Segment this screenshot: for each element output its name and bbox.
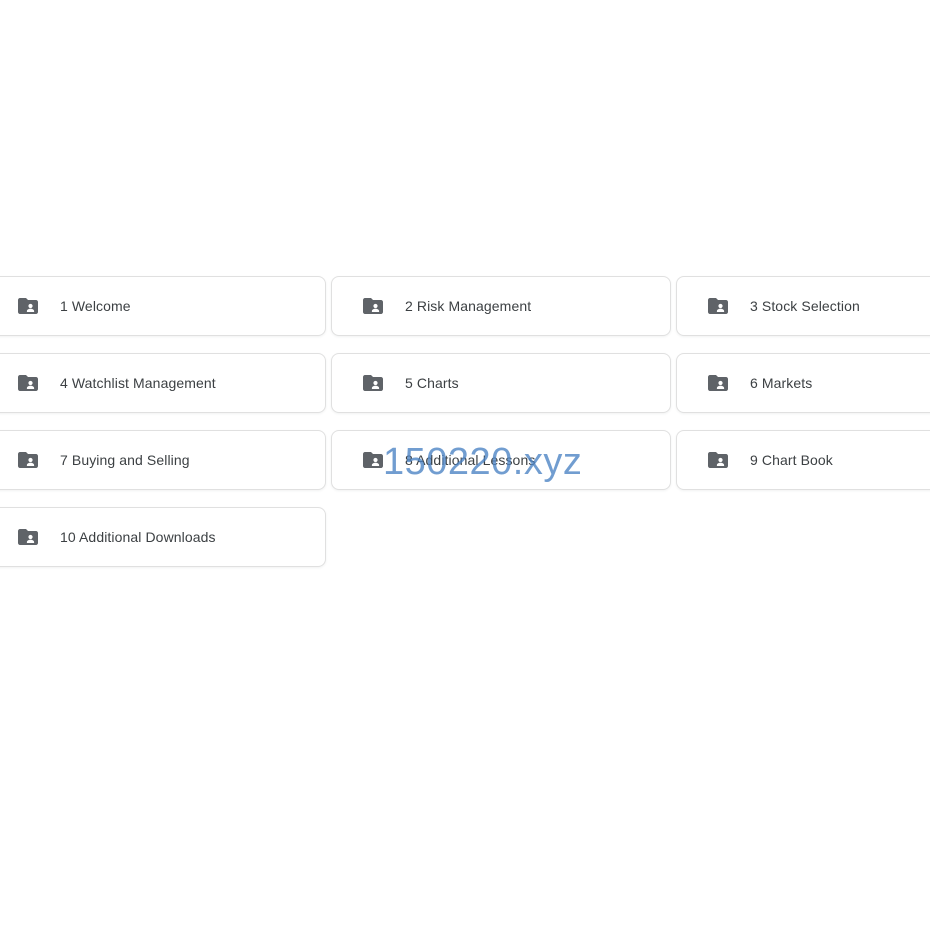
folder-card-1-welcome[interactable]: 1 Welcome [0,276,326,336]
shared-folder-icon [708,298,728,314]
folder-card-5-charts[interactable]: 5 Charts [331,353,671,413]
folder-grid: 1 Welcome 2 Risk Management 3 Stock Sele… [0,276,930,567]
folder-card-9-chart-book[interactable]: 9 Chart Book [676,430,930,490]
folder-label: 3 Stock Selection [750,298,860,314]
folder-card-3-stock-selection[interactable]: 3 Stock Selection [676,276,930,336]
shared-folder-icon [18,452,38,468]
folder-label: 5 Charts [405,375,459,391]
shared-folder-icon [708,375,728,391]
folder-card-2-risk-management[interactable]: 2 Risk Management [331,276,671,336]
folder-label: 1 Welcome [60,298,131,314]
folder-label: 7 Buying and Selling [60,452,190,468]
folder-label: 2 Risk Management [405,298,532,314]
folder-label: 10 Additional Downloads [60,529,216,545]
folder-label: 6 Markets [750,375,813,391]
folder-label: 9 Chart Book [750,452,833,468]
folder-label: 4 Watchlist Management [60,375,216,391]
shared-folder-icon [363,375,383,391]
folder-card-10-additional-downloads[interactable]: 10 Additional Downloads [0,507,326,567]
folder-label: 8 Additional Lessons [405,452,536,468]
folder-card-4-watchlist-management[interactable]: 4 Watchlist Management [0,353,326,413]
shared-folder-icon [18,375,38,391]
shared-folder-icon [18,529,38,545]
shared-folder-icon [708,452,728,468]
folder-card-6-markets[interactable]: 6 Markets [676,353,930,413]
folder-card-7-buying-and-selling[interactable]: 7 Buying and Selling [0,430,326,490]
shared-folder-icon [363,452,383,468]
folder-card-8-additional-lessons[interactable]: 8 Additional Lessons [331,430,671,490]
shared-folder-icon [18,298,38,314]
shared-folder-icon [363,298,383,314]
folder-browser-page: 1 Welcome 2 Risk Management 3 Stock Sele… [0,0,930,930]
